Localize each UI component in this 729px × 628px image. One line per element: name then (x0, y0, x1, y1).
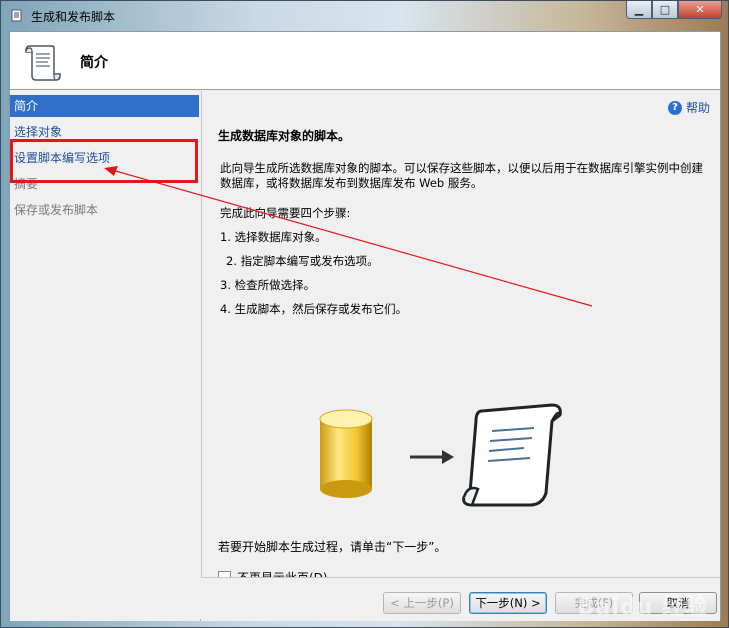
script-scroll-icon (11, 9, 22, 22)
watermark: Baidu 经验 (577, 595, 708, 620)
nav-item-intro[interactable]: 简介 (10, 95, 199, 117)
help-link[interactable]: ? 帮助 (667, 99, 710, 116)
wizard-content: ? 帮助 生成数据库对象的脚本。 此向导生成所选数据库对象的脚本。可以保存这些脚… (201, 91, 720, 585)
window-title: 生成和发布脚本 (31, 10, 116, 24)
steps-heading: 完成此向导需要四个步骤: (220, 206, 351, 220)
arrow-right-icon (410, 450, 454, 464)
wizard-header: 简介 (10, 32, 720, 90)
close-button[interactable]: ✕ (678, 1, 722, 19)
script-scroll-icon (25, 45, 61, 81)
start-instruction: 若要开始脚本生成过程，请单击“下一步”。 (218, 540, 447, 554)
wizard-client: 简介 简介 选择对象 设置脚本编写选项 摘要 保存或发布脚本 ? 帮助 生成数据… (9, 31, 721, 621)
next-button[interactable]: 下一步(N) > (469, 592, 547, 614)
wizard-window: 生成和发布脚本 ▁ □ ✕ 简介 简介 选择对象 设置脚本编写选项 摘要 保存或… (0, 0, 729, 628)
page-title: 简介 (80, 55, 108, 71)
previous-button[interactable]: < 上一步(P) (383, 592, 461, 614)
window-controls: ▁ □ ✕ (626, 1, 722, 21)
help-icon: ? (667, 100, 682, 115)
annotation-highlight-box (10, 139, 198, 183)
step-item: 3. 检查所做选择。 (220, 278, 316, 292)
help-label: 帮助 (685, 101, 710, 115)
step-item: 2. 指定脚本编写或发布选项。 (226, 254, 379, 268)
script-scroll-icon (462, 403, 562, 507)
database-to-script-illustration (319, 403, 562, 507)
title-bar[interactable]: 生成和发布脚本 ▁ □ ✕ (1, 1, 728, 31)
nav-item-save-publish: 保存或发布脚本 (14, 203, 99, 217)
minimize-button[interactable]: ▁ (626, 1, 652, 19)
database-icon (319, 409, 373, 498)
description-text: 此向导生成所选数据库对象的脚本。可以保存这些脚本，以便以后用于在数据库引擎实例中… (220, 161, 703, 190)
content-title: 生成数据库对象的脚本。 (218, 129, 351, 143)
step-item: 1. 选择数据库对象。 (220, 230, 327, 244)
step-item: 4. 生成脚本，然后保存或发布它们。 (220, 302, 408, 316)
maximize-button[interactable]: □ (652, 1, 678, 19)
